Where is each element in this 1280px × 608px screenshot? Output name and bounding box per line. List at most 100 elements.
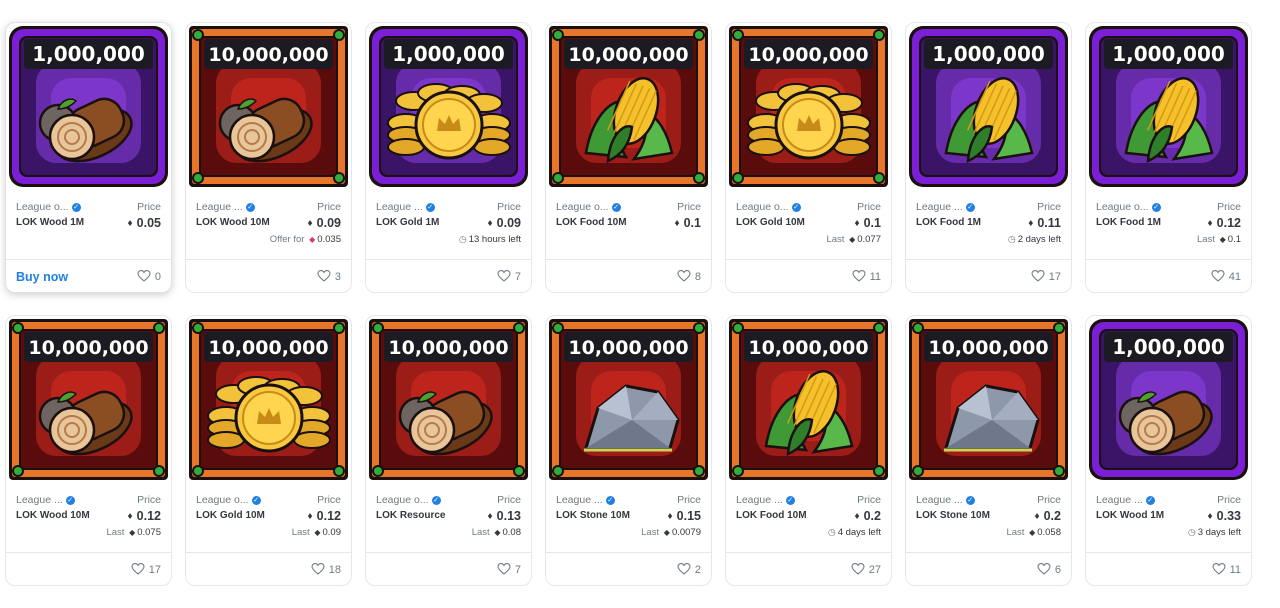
sub-prefix: Last [1006, 527, 1025, 538]
eth-icon: ♦ [674, 218, 680, 229]
clock-icon: ◷ [1007, 234, 1016, 244]
nft-image[interactable]: 10,000,000 [726, 23, 891, 190]
favorite-button[interactable]: 41 [1211, 270, 1241, 283]
nft-card[interactable]: 10,000,000 League o... ✓ LOK Resource Price ♦… [365, 315, 532, 586]
nft-image[interactable]: 1,000,000 [906, 23, 1071, 190]
collection-name[interactable]: League ... ✓ [376, 201, 435, 213]
nft-card[interactable]: 1,000,000 League o... ✓ LOK Food 1M Price ♦ 0.… [1085, 22, 1252, 293]
favorite-button[interactable]: 17 [131, 563, 161, 576]
nft-card[interactable]: 10,000,000 League ... ✓ LOK Stone 10M Price ♦… [545, 315, 712, 586]
nft-image[interactable]: 10,000,000 [366, 316, 531, 483]
card-info: League o... ✓ LOK Wood 1M Price ♦ 0.05 [16, 198, 161, 248]
quantity-label: 10,000,000 [568, 44, 688, 66]
nft-card[interactable]: 10,000,000 League ... ✓ LOK Wood 10M Price ♦ 0… [185, 22, 352, 293]
card-info: League o... ✓ LOK Gold 10M Price ♦ 0.12 Last ◆… [196, 491, 341, 541]
price-subtext: Last ◆ 0.09 [292, 527, 341, 538]
favorite-button[interactable]: 18 [311, 563, 341, 576]
price-value: ♦ 0.11 [1028, 216, 1061, 230]
nft-card[interactable]: 10,000,000 League ... ✓ LOK Wood 10M Price ♦ 0… [5, 315, 172, 586]
nft-image[interactable]: 1,000,000 [366, 23, 531, 190]
collection-name[interactable]: League o... ✓ [736, 201, 801, 213]
collection-name[interactable]: League o... ✓ [196, 494, 261, 506]
nft-image[interactable]: 10,000,000 [186, 316, 351, 483]
nft-card[interactable]: 10,000,000 League ... ✓ LOK Food 10M Price ♦ 0… [725, 315, 892, 586]
favorite-button[interactable]: 11 [852, 270, 881, 283]
collection-label: League ... [376, 201, 423, 213]
nft-card[interactable]: 1,000,000 League o... ✓ LOK Wood 1M Price ♦ 0.… [5, 22, 172, 293]
nft-image[interactable]: 10,000,000 [726, 316, 891, 483]
favorite-button[interactable]: 7 [497, 563, 521, 576]
heart-icon [677, 270, 695, 283]
verified-icon: ✓ [425, 203, 435, 212]
item-name: LOK Food 1M [916, 217, 981, 228]
nft-card[interactable]: 10,000,000 League o... ✓ LOK Food 10M Price ♦… [545, 22, 712, 293]
price-amount: 0.1 [683, 216, 701, 230]
heart-icon [497, 270, 515, 283]
nft-card[interactable]: 10,000,000 League ... ✓ LOK Stone 10M Price ♦… [905, 315, 1072, 586]
quantity-label: 1,000,000 [1112, 335, 1225, 359]
like-count: 2 [694, 564, 701, 576]
verified-icon: ✓ [791, 203, 801, 212]
collection-name[interactable]: League o... ✓ [556, 201, 621, 213]
nft-image[interactable]: 10,000,000 [6, 316, 171, 483]
quantity-label: 1,000,000 [1112, 42, 1225, 66]
collection-name[interactable]: League o... ✓ [16, 201, 81, 213]
card-footer: 27 [726, 552, 891, 585]
collection-label: League o... [376, 494, 429, 506]
favorite-button[interactable]: 6 [1037, 563, 1061, 576]
price-amount: 0.2 [863, 509, 881, 523]
nft-image[interactable]: 10,000,000 [906, 316, 1071, 483]
item-name: LOK Wood 1M [16, 217, 85, 228]
nft-card[interactable]: 1,000,000 League ... ✓ LOK Gold 1M Price ♦ 0.0… [365, 22, 532, 293]
price-value: ♦ 0.12 [1208, 216, 1241, 230]
collection-name[interactable]: League ... ✓ [916, 201, 975, 213]
collection-name[interactable]: League o... ✓ [376, 494, 441, 506]
nft-image[interactable]: 10,000,000 [546, 316, 711, 483]
sub-value: 0.08 [502, 527, 522, 538]
favorite-button[interactable]: 27 [851, 563, 881, 576]
nft-card[interactable]: 10,000,000 League o... ✓ LOK Gold 10M Price ♦… [185, 315, 352, 586]
favorite-button[interactable]: 11 [1212, 563, 1241, 576]
buy-now-button[interactable]: Buy now [16, 270, 68, 284]
collection-name[interactable]: League ... ✓ [196, 201, 255, 213]
favorite-button[interactable]: 7 [497, 270, 521, 283]
eth-icon: ♦ [1207, 511, 1213, 522]
price-value: ♦ 0.1 [675, 216, 702, 230]
nft-image[interactable]: 10,000,000 [546, 23, 711, 190]
nft-card[interactable]: 1,000,000 League ... ✓ LOK Food 1M Price ♦ 0.1… [905, 22, 1072, 293]
collection-name[interactable]: League ... ✓ [736, 494, 795, 506]
favorite-button[interactable]: 0 [137, 270, 161, 283]
price-value: ♦ 0.05 [128, 216, 161, 230]
collection-name[interactable]: League ... ✓ [556, 494, 615, 506]
nft-card[interactable]: 1,000,000 League ... ✓ LOK Wood 1M Price ♦ 0.3… [1085, 315, 1252, 586]
favorite-button[interactable]: 2 [677, 563, 701, 576]
heart-icon [851, 563, 869, 576]
nft-image[interactable]: 1,000,000 [1086, 316, 1251, 483]
nft-card[interactable]: 10,000,000 League o... ✓ LOK Gold 10M Price ♦… [725, 22, 892, 293]
nft-image[interactable]: 1,000,000 [6, 23, 171, 190]
collection-name[interactable]: League o... ✓ [1096, 201, 1161, 213]
collection-name[interactable]: League ... ✓ [16, 494, 75, 506]
price-amount: 0.15 [676, 509, 701, 523]
favorite-button[interactable]: 3 [317, 270, 341, 283]
eth-icon: ♦ [487, 511, 493, 522]
collection-name[interactable]: League ... ✓ [1096, 494, 1155, 506]
card-footer: 7 [366, 552, 531, 585]
price-label: Price [137, 494, 161, 506]
sub-prefix: Last [471, 527, 490, 538]
collection-name[interactable]: League ... ✓ [916, 494, 975, 506]
favorite-button[interactable]: 17 [1031, 270, 1061, 283]
card-footer: 7 [366, 259, 531, 292]
favorite-button[interactable]: 8 [677, 270, 701, 283]
nft-image[interactable]: 10,000,000 [186, 23, 351, 190]
card-footer: 17 [6, 552, 171, 585]
price-subtext: Last ◆ 0.1 [1197, 234, 1241, 245]
price-amount: 0.12 [136, 509, 161, 523]
card-footer: 17 [906, 259, 1071, 292]
sub-value: 13 hours left [468, 234, 521, 245]
nft-image[interactable]: 1,000,000 [1086, 23, 1251, 190]
card-info: League o... ✓ LOK Resource Price ♦ 0.13 Last ◆… [376, 491, 521, 541]
eth-icon: ♦ [854, 511, 860, 522]
price-value: ♦ 0.33 [1208, 509, 1241, 523]
price-subtext: ◷ 4 days left [828, 527, 881, 538]
